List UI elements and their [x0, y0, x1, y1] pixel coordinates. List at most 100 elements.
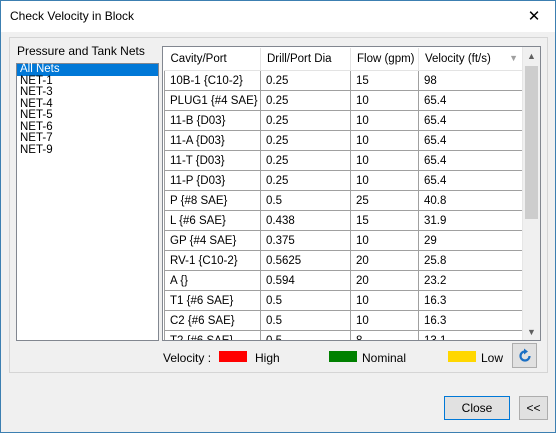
table-cell: GP {#4 SAE}: [164, 230, 261, 251]
table-cell: 0.594: [260, 270, 351, 291]
nets-list-item[interactable]: NET-5: [17, 109, 158, 122]
table-cell: 10: [350, 130, 419, 151]
table-row[interactable]: 11-T {D03} 0.25 10 65.4: [164, 150, 523, 171]
table-cell: 25.8: [418, 250, 523, 271]
nets-listbox[interactable]: All Nets NET-1 NET-3 NET-4 NET-5 NET-6 NET-7 NE…: [16, 63, 159, 341]
table-cell: 10B-1 {C10-2}: [164, 70, 261, 91]
table-cell: 0.25: [260, 130, 351, 151]
title-bar: Check Velocity in Block ✕: [1, 1, 555, 32]
table-cell: 65.4: [418, 110, 523, 131]
table-cell: 11-A {D03}: [164, 130, 261, 151]
nets-label: Pressure and Tank Nets: [17, 44, 145, 58]
table-cell: 16.3: [418, 310, 523, 331]
nets-list-item[interactable]: NET-9: [17, 144, 158, 157]
column-header[interactable]: Cavity/Port: [164, 48, 261, 71]
table-cell: 10: [350, 150, 419, 171]
refresh-icon: [518, 348, 531, 362]
table-row[interactable]: L {#6 SAE} 0.438 15 31.9: [164, 210, 523, 231]
table-cell: 20: [350, 270, 419, 291]
table-cell: C2 {#6 SAE}: [164, 310, 261, 331]
table-cell: 98: [418, 70, 523, 91]
velocity-grid[interactable]: Cavity/Port Drill/Port Dia Flow (gpm) Veloc…: [162, 46, 541, 341]
table-cell: 10: [350, 290, 419, 311]
column-header[interactable]: Velocity (ft/s) ▼: [418, 48, 523, 71]
window-title: Check Velocity in Block: [10, 9, 135, 23]
table-cell: 10: [350, 230, 419, 251]
table-cell: 0.5: [260, 290, 351, 311]
table-cell: 10: [350, 90, 419, 111]
table-cell: P {#8 SAE}: [164, 190, 261, 211]
collapse-button[interactable]: <<: [519, 396, 548, 420]
table-cell: 31.9: [418, 210, 523, 231]
table-cell: 0.375: [260, 230, 351, 251]
legend-low: Low: [481, 351, 504, 365]
velocity-table: Cavity/Port Drill/Port Dia Flow (gpm) Veloc…: [164, 48, 523, 340]
table-row[interactable]: PLUG1 {#4 SAE} 0.25 10 65.4: [164, 90, 523, 111]
table-cell: RV-1 {C10-2}: [164, 250, 261, 271]
table-row[interactable]: T1 {#6 SAE} 0.5 10 16.3: [164, 290, 523, 311]
table-row[interactable]: A {} 0.594 20 23.2: [164, 270, 523, 291]
table-cell: T1 {#6 SAE}: [164, 290, 261, 311]
scroll-up-icon[interactable]: ▲: [523, 47, 540, 64]
table-cell: 0.25: [260, 110, 351, 131]
legend-nominal: Nominal: [362, 351, 407, 365]
table-cell: 10: [350, 110, 419, 131]
low-swatch: [448, 351, 476, 362]
table-cell: 0.25: [260, 90, 351, 111]
table-cell: 25: [350, 190, 419, 211]
table-cell: 0.5: [260, 330, 351, 340]
table-cell: 0.25: [260, 150, 351, 171]
table-cell: 8: [350, 330, 419, 340]
table-cell: 65.4: [418, 150, 523, 171]
nets-list-item[interactable]: NET-3: [17, 86, 158, 99]
sort-descending-icon: ▼: [509, 53, 518, 63]
nets-list-item[interactable]: NET-7: [17, 132, 158, 145]
window-close-icon[interactable]: ✕: [519, 2, 549, 30]
table-cell: 40.8: [418, 190, 523, 211]
refresh-button[interactable]: [512, 343, 537, 368]
column-header-label: Velocity (ft/s): [425, 53, 491, 65]
table-row[interactable]: 11-A {D03} 0.25 10 65.4: [164, 130, 523, 151]
table-cell: PLUG1 {#4 SAE}: [164, 90, 261, 111]
table-cell: 0.25: [260, 170, 351, 191]
nominal-swatch: [329, 351, 357, 362]
table-cell: 11-T {D03}: [164, 150, 261, 171]
table-cell: 65.4: [418, 90, 523, 111]
table-cell: 65.4: [418, 170, 523, 191]
table-cell: 0.5625: [260, 250, 351, 271]
table-cell: 20: [350, 250, 419, 271]
table-row[interactable]: RV-1 {C10-2} 0.5625 20 25.8: [164, 250, 523, 271]
table-cell: 15: [350, 70, 419, 91]
table-row[interactable]: GP {#4 SAE} 0.375 10 29: [164, 230, 523, 251]
scroll-thumb[interactable]: [525, 66, 538, 219]
table-row[interactable]: 11-P {D03} 0.25 10 65.4: [164, 170, 523, 191]
table-row[interactable]: C2 {#6 SAE} 0.5 10 16.3: [164, 310, 523, 331]
table-row[interactable]: 11-B {D03} 0.25 10 65.4: [164, 110, 523, 131]
table-cell: 10: [350, 170, 419, 191]
column-header-label: Cavity/Port: [170, 53, 227, 65]
table-cell: 23.2: [418, 270, 523, 291]
table-cell: 10: [350, 310, 419, 331]
table-cell: 15: [350, 210, 419, 231]
table-row[interactable]: 10B-1 {C10-2} 0.25 15 98: [164, 70, 523, 91]
table-cell: 0.5: [260, 190, 351, 211]
legend-high: High: [255, 351, 280, 365]
nets-list-item[interactable]: All Nets: [17, 63, 158, 76]
column-header-label: Drill/Port Dia: [267, 53, 332, 65]
scroll-down-icon[interactable]: ▼: [523, 323, 540, 340]
close-button[interactable]: Close: [444, 396, 510, 420]
column-header[interactable]: Flow (gpm): [350, 48, 419, 71]
column-header-label: Flow (gpm): [357, 53, 415, 65]
table-cell: 0.438: [260, 210, 351, 231]
table-cell: A {}: [164, 270, 261, 291]
table-row[interactable]: T2 {#6 SAE} 0.5 8 13.1: [164, 330, 523, 340]
table-cell: 0.25: [260, 70, 351, 91]
column-header[interactable]: Drill/Port Dia: [260, 48, 351, 71]
table-row[interactable]: P {#8 SAE} 0.5 25 40.8: [164, 190, 523, 211]
table-cell: 29: [418, 230, 523, 251]
table-cell: 11-P {D03}: [164, 170, 261, 191]
high-swatch: [219, 351, 247, 362]
table-cell: 0.5: [260, 310, 351, 331]
vertical-scrollbar[interactable]: ▲ ▼: [522, 47, 540, 340]
table-cell: 16.3: [418, 290, 523, 311]
